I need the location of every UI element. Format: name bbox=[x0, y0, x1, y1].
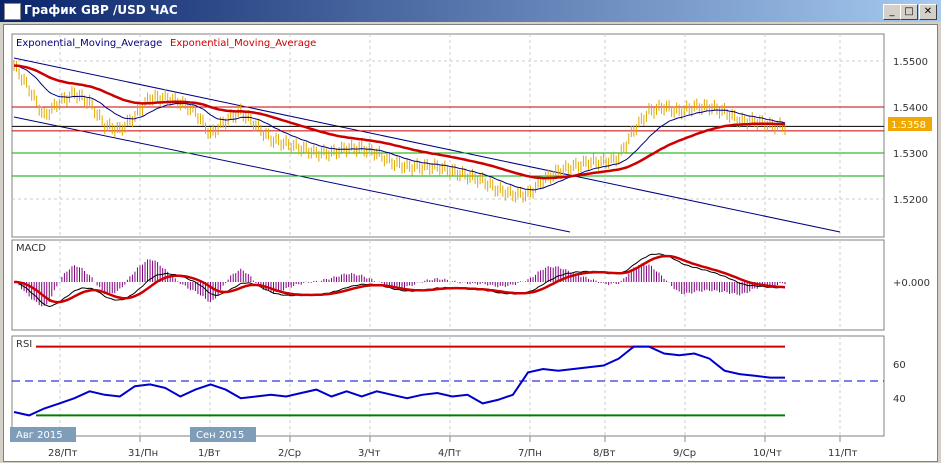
day-label: 3/Чт bbox=[358, 448, 381, 459]
day-label: 4/Пт bbox=[438, 448, 461, 459]
month-label: Авг 2015 bbox=[16, 430, 63, 441]
day-label: 7/Пн bbox=[518, 448, 542, 459]
rsi-title: RSI bbox=[16, 339, 32, 350]
chart-canvas[interactable]: 28/Пт 31/Пн 1/Вт 2/Ср 3/Чт 4/Пт 7/Пн 8/Вт 9/Ср 10… bbox=[0, 0, 941, 463]
current-price-label: 1.5358 bbox=[891, 120, 926, 131]
day-label: 2/Ср bbox=[278, 448, 301, 459]
day-label: 1/Вт bbox=[198, 448, 221, 459]
price-label: 1.5500 bbox=[893, 57, 928, 68]
day-label: 8/Вт bbox=[593, 448, 616, 459]
rsi-label: 60 bbox=[893, 360, 906, 371]
macd-zero-label: +0.000 bbox=[893, 278, 930, 289]
month-label: Сен 2015 bbox=[196, 430, 244, 441]
price-label: 1.5300 bbox=[893, 149, 928, 160]
day-label: 9/Ср bbox=[673, 448, 696, 459]
macd-panel bbox=[11, 239, 885, 331]
price-label: 1.5400 bbox=[893, 103, 928, 114]
legend-ema-2: Exponential_Moving_Average bbox=[170, 38, 316, 49]
day-label: 10/Чт bbox=[753, 448, 782, 459]
day-label: 28/Пт bbox=[48, 448, 78, 459]
macd-title: MACD bbox=[16, 243, 46, 254]
day-label: 31/Пн bbox=[128, 448, 158, 459]
legend-ema-1: Exponential_Moving_Average bbox=[16, 38, 162, 49]
price-label: 1.5200 bbox=[893, 195, 928, 206]
rsi-label: 40 bbox=[893, 394, 906, 405]
day-label: 11/Пт bbox=[828, 448, 858, 459]
